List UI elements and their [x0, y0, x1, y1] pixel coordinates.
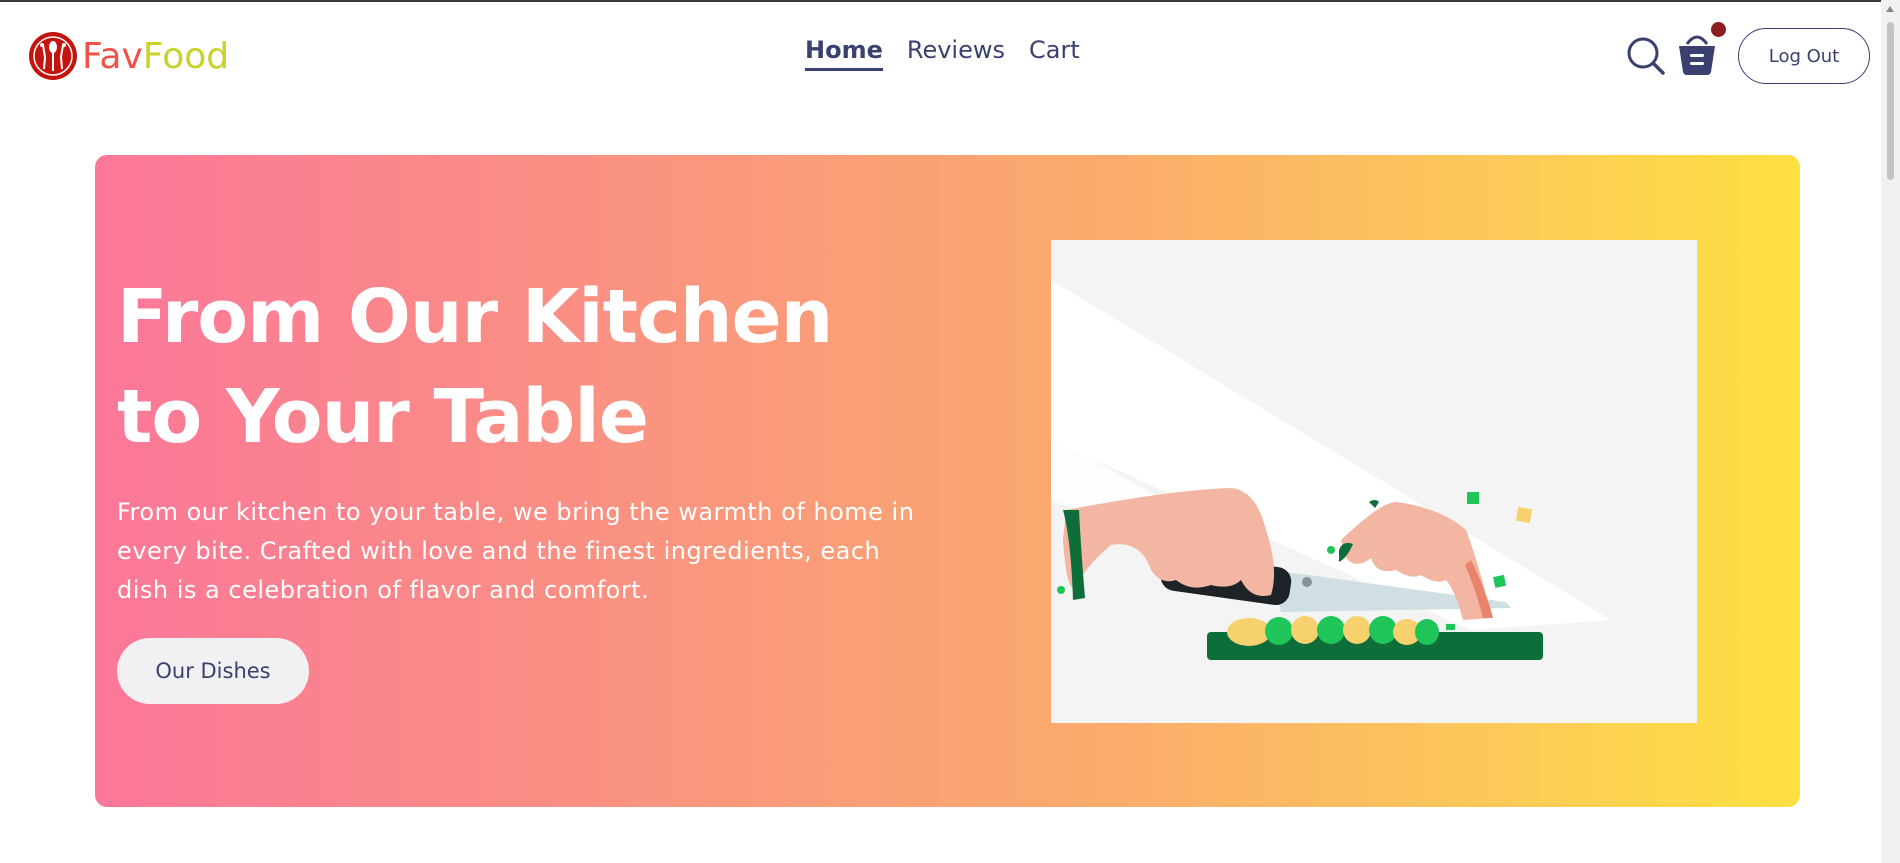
brand-logo[interactable]: FavFood [28, 31, 229, 81]
scroll-up-arrow-icon[interactable] [1886, 6, 1894, 12]
nav-cart[interactable]: Cart [1029, 36, 1080, 71]
nav-home[interactable]: Home [805, 36, 883, 71]
main-nav: Home Reviews Cart [805, 36, 1080, 71]
nav-reviews[interactable]: Reviews [907, 36, 1005, 71]
window-top-border [0, 0, 1900, 2]
logout-button[interactable]: Log Out [1738, 28, 1870, 84]
brand-name: FavFood [82, 36, 229, 77]
search-icon[interactable] [1626, 36, 1666, 76]
hero-title: From Our Kitchen to Your Table [117, 274, 833, 460]
scrollbar-thumb[interactable] [1887, 22, 1894, 180]
chopping-vegetables-illustration [1051, 280, 1611, 660]
brand-name-part1: Fav [82, 35, 143, 77]
utensils-logo-icon [29, 32, 77, 80]
hero-banner: From Our Kitchen to Your Table From our … [95, 155, 1800, 807]
brand-name-part2: Food [142, 35, 230, 77]
hero-description: From our kitchen to your table, we bring… [117, 498, 915, 604]
basket-icon[interactable] [1675, 30, 1719, 76]
hero-image-frame [1051, 240, 1697, 723]
cart-notification-dot [1711, 22, 1726, 37]
our-dishes-button[interactable]: Our Dishes [117, 638, 309, 704]
page-scrollbar[interactable] [1881, 0, 1900, 863]
